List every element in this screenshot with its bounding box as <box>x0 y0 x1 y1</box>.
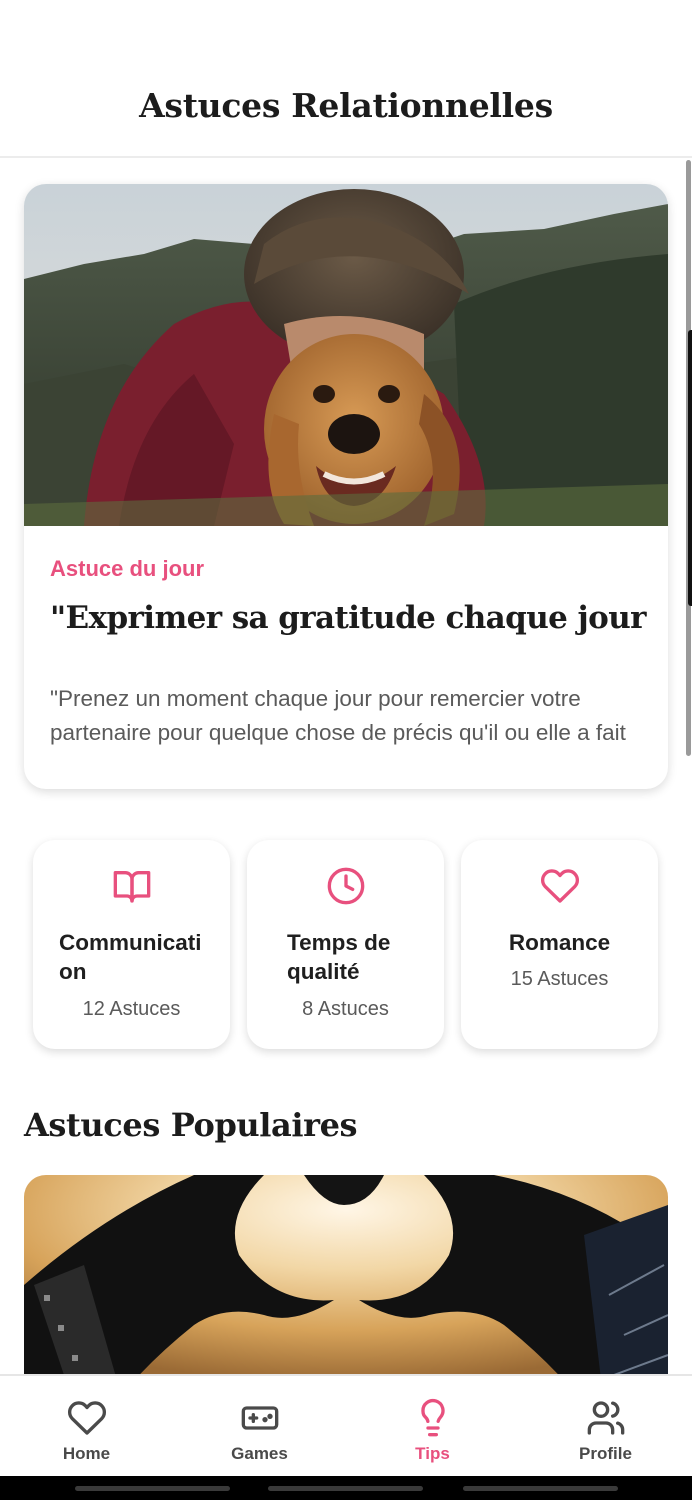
gesture-segment <box>463 1486 618 1491</box>
popular-tip-card[interactable] <box>24 1175 668 1374</box>
tips-content[interactable]: Astuce du jour "Exprimer sa gratitude ch… <box>0 160 692 1374</box>
tip-title: "Exprimer sa gratitude chaque jour <box>50 600 646 636</box>
popular-tips-heading: Astuces Populaires <box>24 1106 358 1144</box>
category-card-communication[interactable]: Communication 12 Astuces <box>33 840 230 1049</box>
clock-icon <box>247 866 444 906</box>
category-card-quality-time[interactable]: Temps de qualité 8 Astuces <box>247 840 444 1049</box>
book-icon <box>33 866 230 906</box>
nav-home[interactable]: Home <box>0 1376 173 1478</box>
category-count: 12 Astuces <box>82 998 181 1020</box>
edge-panel-handle[interactable] <box>688 330 692 606</box>
system-gesture-bar <box>0 1476 692 1500</box>
nav-games[interactable]: Games <box>173 1376 346 1478</box>
tip-of-the-day-photo <box>24 184 668 526</box>
gesture-segment <box>268 1486 423 1491</box>
nav-profile[interactable]: Profile <box>519 1376 692 1478</box>
lightbulb-icon <box>346 1398 519 1438</box>
category-card-romance[interactable]: Romance 15 Astuces <box>461 840 658 1049</box>
tip-of-the-day-label: Astuce du jour <box>50 556 205 581</box>
nav-profile-label: Profile <box>579 1444 632 1463</box>
users-icon <box>519 1398 692 1438</box>
app-header: Astuces Relationnelles <box>0 0 692 158</box>
nav-games-label: Games <box>231 1444 288 1463</box>
category-name: Temps de qualité <box>287 930 391 984</box>
category-count: 8 Astuces <box>302 998 389 1020</box>
nav-tips-label: Tips <box>415 1444 450 1463</box>
bottom-navigation: Home Games Tips Profile <box>0 1374 692 1476</box>
category-name: Communication <box>59 930 202 984</box>
tip-of-the-day-card[interactable]: Astuce du jour "Exprimer sa gratitude ch… <box>24 184 668 789</box>
popular-tip-photo <box>24 1175 668 1374</box>
nav-home-label: Home <box>62 1444 111 1463</box>
heart-icon <box>0 1398 173 1438</box>
tip-description: "Prenez un moment chaque jour pour remer… <box>50 686 626 745</box>
gesture-segment <box>75 1486 230 1491</box>
gamepad-icon <box>173 1398 346 1438</box>
nav-tips[interactable]: Tips <box>346 1376 519 1478</box>
heart-icon <box>461 866 658 906</box>
category-count: 15 Astuces <box>510 968 609 990</box>
category-name: Romance <box>508 930 611 955</box>
page-title: Astuces Relationnelles <box>139 86 553 125</box>
